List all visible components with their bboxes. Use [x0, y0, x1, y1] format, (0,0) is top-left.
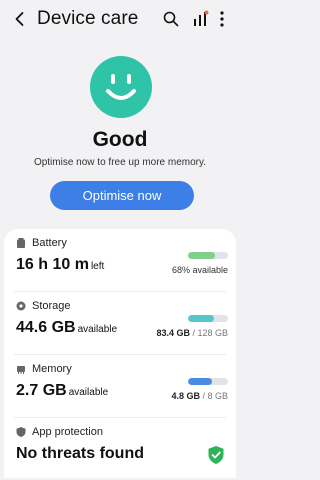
battery-label: Battery: [32, 237, 67, 249]
memory-detail: 4.8 GB / 8 GB: [171, 391, 228, 401]
battery-row[interactable]: Battery 16 h 10 m left 68% available: [4, 229, 236, 291]
storage-icon: [16, 301, 26, 311]
battery-header: Battery: [16, 236, 67, 250]
storage-detail: 83.4 GB / 128 GB: [156, 328, 228, 338]
memory-row[interactable]: Memory 2.7 GB available 4.8 GB / 8 GB: [4, 355, 236, 417]
more-options-icon[interactable]: [217, 10, 227, 28]
memory-bar: [188, 378, 228, 385]
device-status: Good: [92, 128, 148, 151]
app-protection-row[interactable]: App protection No threats found: [4, 418, 236, 480]
top-bar: Device care: [0, 0, 240, 40]
memory-header: Memory: [16, 362, 72, 376]
app-protection-value: No threats found: [16, 445, 144, 462]
memory-label: Memory: [32, 363, 72, 375]
storage-bar: [188, 315, 228, 322]
smiley-face-icon: [90, 56, 152, 118]
storage-label: Storage: [32, 300, 71, 312]
battery-detail: 68% available: [171, 265, 228, 275]
back-arrow-icon[interactable]: [10, 9, 30, 29]
app-protection-label: App protection: [32, 426, 103, 438]
battery-value: 16 h 10 m left: [16, 256, 105, 273]
storage-row[interactable]: Storage 44.6 GB available 83.4 GB / 128 G…: [4, 292, 236, 354]
battery-icon: [17, 238, 25, 248]
care-summary-card: Battery 16 h 10 m left 68% available Stor…: [4, 229, 236, 478]
status-message: Optimise now to free up more memory.: [33, 157, 207, 168]
search-icon[interactable]: [162, 10, 180, 28]
storage-value: 44.6 GB available: [16, 319, 118, 336]
battery-bar: [188, 252, 228, 259]
shield-icon: [16, 427, 26, 437]
optimise-button[interactable]: Optimise now: [50, 181, 194, 210]
app-protection-header: App protection: [16, 425, 103, 439]
bar-chart-icon[interactable]: [190, 9, 210, 29]
page-title: Device care: [37, 8, 139, 29]
memory-icon: [17, 366, 25, 374]
storage-header: Storage: [16, 299, 71, 313]
shield-check-icon: [208, 446, 224, 464]
memory-value: 2.7 GB available: [16, 382, 109, 399]
